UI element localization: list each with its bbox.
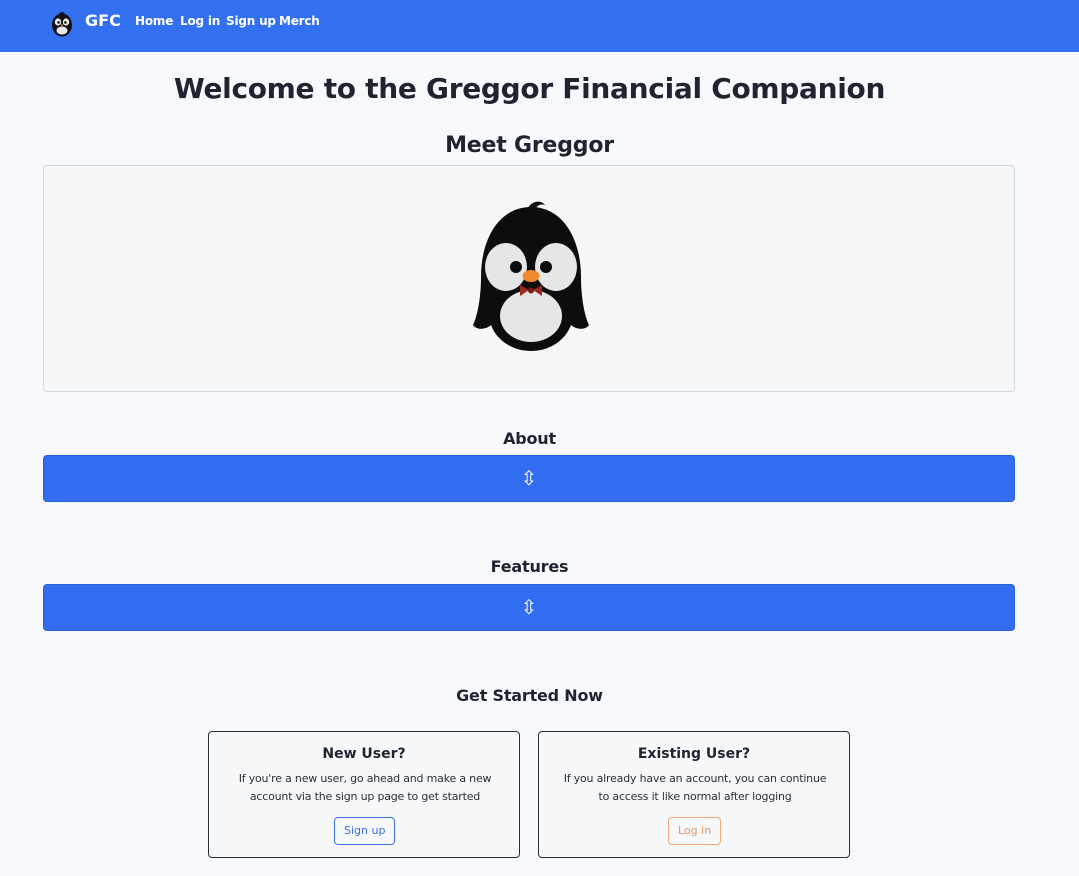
- get-started-heading: Get Started Now: [456, 686, 603, 705]
- log-in-button[interactable]: Log in: [668, 817, 722, 845]
- mascot-container: [43, 165, 1015, 392]
- page-title: Welcome to the Greggor Financial Compani…: [173, 72, 886, 105]
- new-user-card: New User? If you're a new user, go ahead…: [208, 731, 520, 858]
- features-toggle-button[interactable]: ⇳: [43, 584, 1015, 631]
- new-user-text: If you're a new user, go ahead and make …: [238, 772, 492, 803]
- expand-arrows-icon: ⇳: [520, 466, 538, 490]
- existing-user-title: Existing User?: [637, 746, 751, 762]
- new-user-title: New User?: [322, 746, 406, 762]
- existing-user-text: If you already have an account, you can …: [563, 772, 827, 803]
- nav-link-home[interactable]: Home: [135, 13, 173, 29]
- features-heading: Features: [490, 557, 569, 576]
- penguin-logo-icon[interactable]: [50, 10, 74, 37]
- expand-arrows-icon: ⇳: [520, 595, 538, 619]
- about-heading: About: [503, 429, 556, 448]
- nav-link-sign-up[interactable]: Sign up: [226, 13, 276, 29]
- greggor-penguin-image: [473, 201, 589, 351]
- about-toggle-button[interactable]: ⇳: [43, 455, 1015, 502]
- nav-link-log-in[interactable]: Log in: [180, 13, 220, 29]
- navbar: GFC Home Log in Sign up Merch: [0, 0, 1079, 52]
- sign-up-button[interactable]: Sign up: [334, 817, 396, 845]
- nav-link-merch[interactable]: Merch: [279, 13, 320, 29]
- meet-greggor-heading: Meet Greggor: [445, 133, 614, 158]
- existing-user-card: Existing User? If you already have an ac…: [538, 731, 850, 858]
- brand-name[interactable]: GFC: [85, 11, 121, 31]
